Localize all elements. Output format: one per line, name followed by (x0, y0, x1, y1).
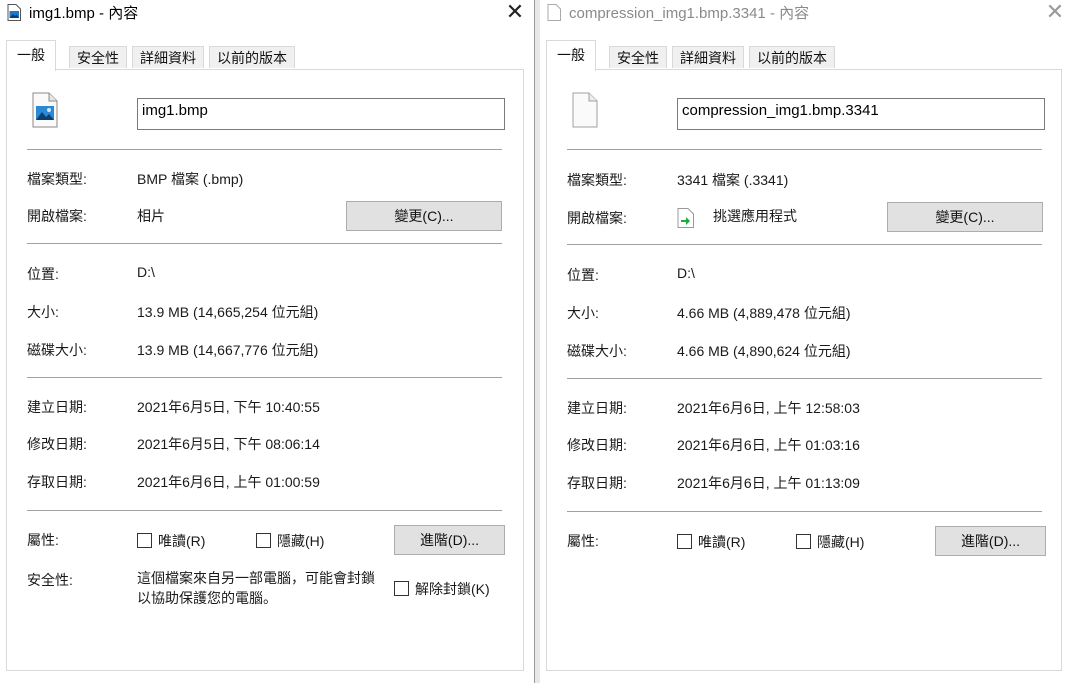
accessed-label: 存取日期: (567, 475, 627, 491)
location-label: 位置: (27, 266, 59, 282)
readonly-checkbox[interactable]: 唯讀(R) (677, 532, 745, 552)
modified-label: 修改日期: (567, 437, 627, 453)
window-title: img1.bmp - 內容 (29, 5, 139, 22)
attributes-label: 屬性: (27, 532, 59, 548)
size-value: 4.66 MB (4,889,478 位元組) (677, 305, 851, 321)
size-value: 13.9 MB (14,665,254 位元組) (137, 304, 319, 320)
divider (27, 243, 502, 244)
checkbox-box[interactable] (137, 533, 152, 548)
checkbox-box[interactable] (256, 533, 271, 548)
created-value: 2021年6月6日, 上午 12:58:03 (677, 400, 860, 416)
bitmap-file-icon (32, 92, 58, 128)
attributes-label: 屬性: (567, 533, 599, 549)
accessed-value: 2021年6月6日, 上午 01:00:59 (137, 474, 320, 490)
filename-field[interactable]: img1.bmp (137, 98, 505, 130)
location-value: D:\ (677, 265, 695, 281)
tab-security[interactable]: 安全性 (69, 46, 127, 68)
size-label: 大小: (27, 304, 59, 320)
window-title: compression_img1.bmp.3341 - 內容 (569, 5, 810, 22)
tab-previous-versions[interactable]: 以前的版本 (209, 46, 295, 68)
checkbox-box[interactable] (796, 534, 811, 549)
file-type-value: 3341 檔案 (.3341) (677, 172, 789, 188)
checkbox-box[interactable] (677, 534, 692, 549)
hidden-label: 隱藏(H) (817, 534, 865, 550)
opens-with-value: 相片 (137, 208, 165, 224)
tab-security[interactable]: 安全性 (609, 46, 667, 68)
readonly-label: 唯讀(R) (158, 533, 206, 549)
divider (567, 244, 1042, 245)
file-type-label: 檔案類型: (567, 172, 627, 188)
blank-file-icon (572, 92, 598, 128)
advanced-button[interactable]: 進階(D)... (935, 526, 1046, 556)
modified-value: 2021年6月5日, 下午 08:06:14 (137, 436, 320, 452)
bitmap-image-icon (7, 4, 21, 21)
divider (567, 511, 1042, 512)
general-pane: compression_img1.bmp.3341 檔案類型: 3341 檔案 … (546, 69, 1062, 671)
opens-with-label: 開啟檔案: (27, 208, 87, 224)
size-label: 大小: (567, 305, 599, 321)
divider (27, 149, 502, 150)
size-on-disk-value: 4.66 MB (4,890,624 位元組) (677, 343, 851, 359)
general-pane: img1.bmp 檔案類型: BMP 檔案 (.bmp) 開啟檔案: 相片 變更… (6, 69, 524, 671)
readonly-checkbox[interactable]: 唯讀(R) (137, 531, 205, 551)
opens-with-value: 挑選應用程式 (713, 208, 797, 224)
divider (27, 510, 502, 511)
hidden-label: 隱藏(H) (277, 533, 325, 549)
unblock-label: 解除封鎖(K) (415, 581, 490, 597)
tab-general[interactable]: 一般 (6, 40, 56, 71)
accessed-value: 2021年6月6日, 上午 01:13:09 (677, 475, 860, 491)
filename-field[interactable]: compression_img1.bmp.3341 (677, 98, 1045, 130)
change-button[interactable]: 變更(C)... (887, 202, 1043, 232)
advanced-button[interactable]: 進階(D)... (394, 525, 505, 555)
created-label: 建立日期: (27, 399, 87, 415)
location-value: D:\ (137, 264, 155, 280)
created-label: 建立日期: (567, 400, 627, 416)
security-label: 安全性: (27, 572, 73, 588)
size-on-disk-value: 13.9 MB (14,667,776 位元組) (137, 342, 319, 358)
generic-file-icon (547, 4, 561, 21)
opens-with-label: 開啟檔案: (567, 210, 627, 226)
tab-general[interactable]: 一般 (546, 40, 596, 71)
close-button[interactable]: ✕ (500, 1, 530, 23)
unblock-checkbox[interactable]: 解除封鎖(K) (394, 579, 490, 599)
location-label: 位置: (567, 267, 599, 283)
modified-value: 2021年6月6日, 上午 01:03:16 (677, 437, 860, 453)
security-warning-text: 這個檔案來自另一部電腦，可能會封鎖以協助保護您的電腦。 (137, 570, 375, 606)
pick-app-icon (677, 208, 694, 228)
hidden-checkbox[interactable]: 隱藏(H) (256, 531, 324, 551)
tab-previous-versions[interactable]: 以前的版本 (749, 46, 835, 68)
properties-window-compressed: compression_img1.bmp.3341 - 內容 ✕ 一般 安全性 … (540, 0, 1068, 683)
divider (567, 149, 1042, 150)
created-value: 2021年6月5日, 下午 10:40:55 (137, 399, 320, 415)
hidden-checkbox[interactable]: 隱藏(H) (796, 532, 864, 552)
checkbox-box[interactable] (394, 581, 409, 596)
change-button[interactable]: 變更(C)... (346, 201, 502, 231)
properties-window-img1: img1.bmp - 內容 ✕ 一般 安全性 詳細資料 以前的版本 img1.b… (0, 0, 535, 683)
accessed-label: 存取日期: (27, 474, 87, 490)
file-type-label: 檔案類型: (27, 171, 87, 187)
size-on-disk-label: 磁碟大小: (567, 343, 627, 359)
tab-details[interactable]: 詳細資料 (132, 46, 204, 68)
divider (27, 377, 502, 378)
modified-label: 修改日期: (27, 436, 87, 452)
close-button[interactable]: ✕ (1040, 1, 1068, 23)
title-bar: compression_img1.bmp.3341 - 內容 ✕ (540, 0, 1068, 26)
tab-details[interactable]: 詳細資料 (672, 46, 744, 68)
size-on-disk-label: 磁碟大小: (27, 342, 87, 358)
divider (567, 378, 1042, 379)
title-bar: img1.bmp - 內容 ✕ (0, 0, 534, 26)
readonly-label: 唯讀(R) (698, 534, 746, 550)
file-type-value: BMP 檔案 (.bmp) (137, 171, 244, 187)
